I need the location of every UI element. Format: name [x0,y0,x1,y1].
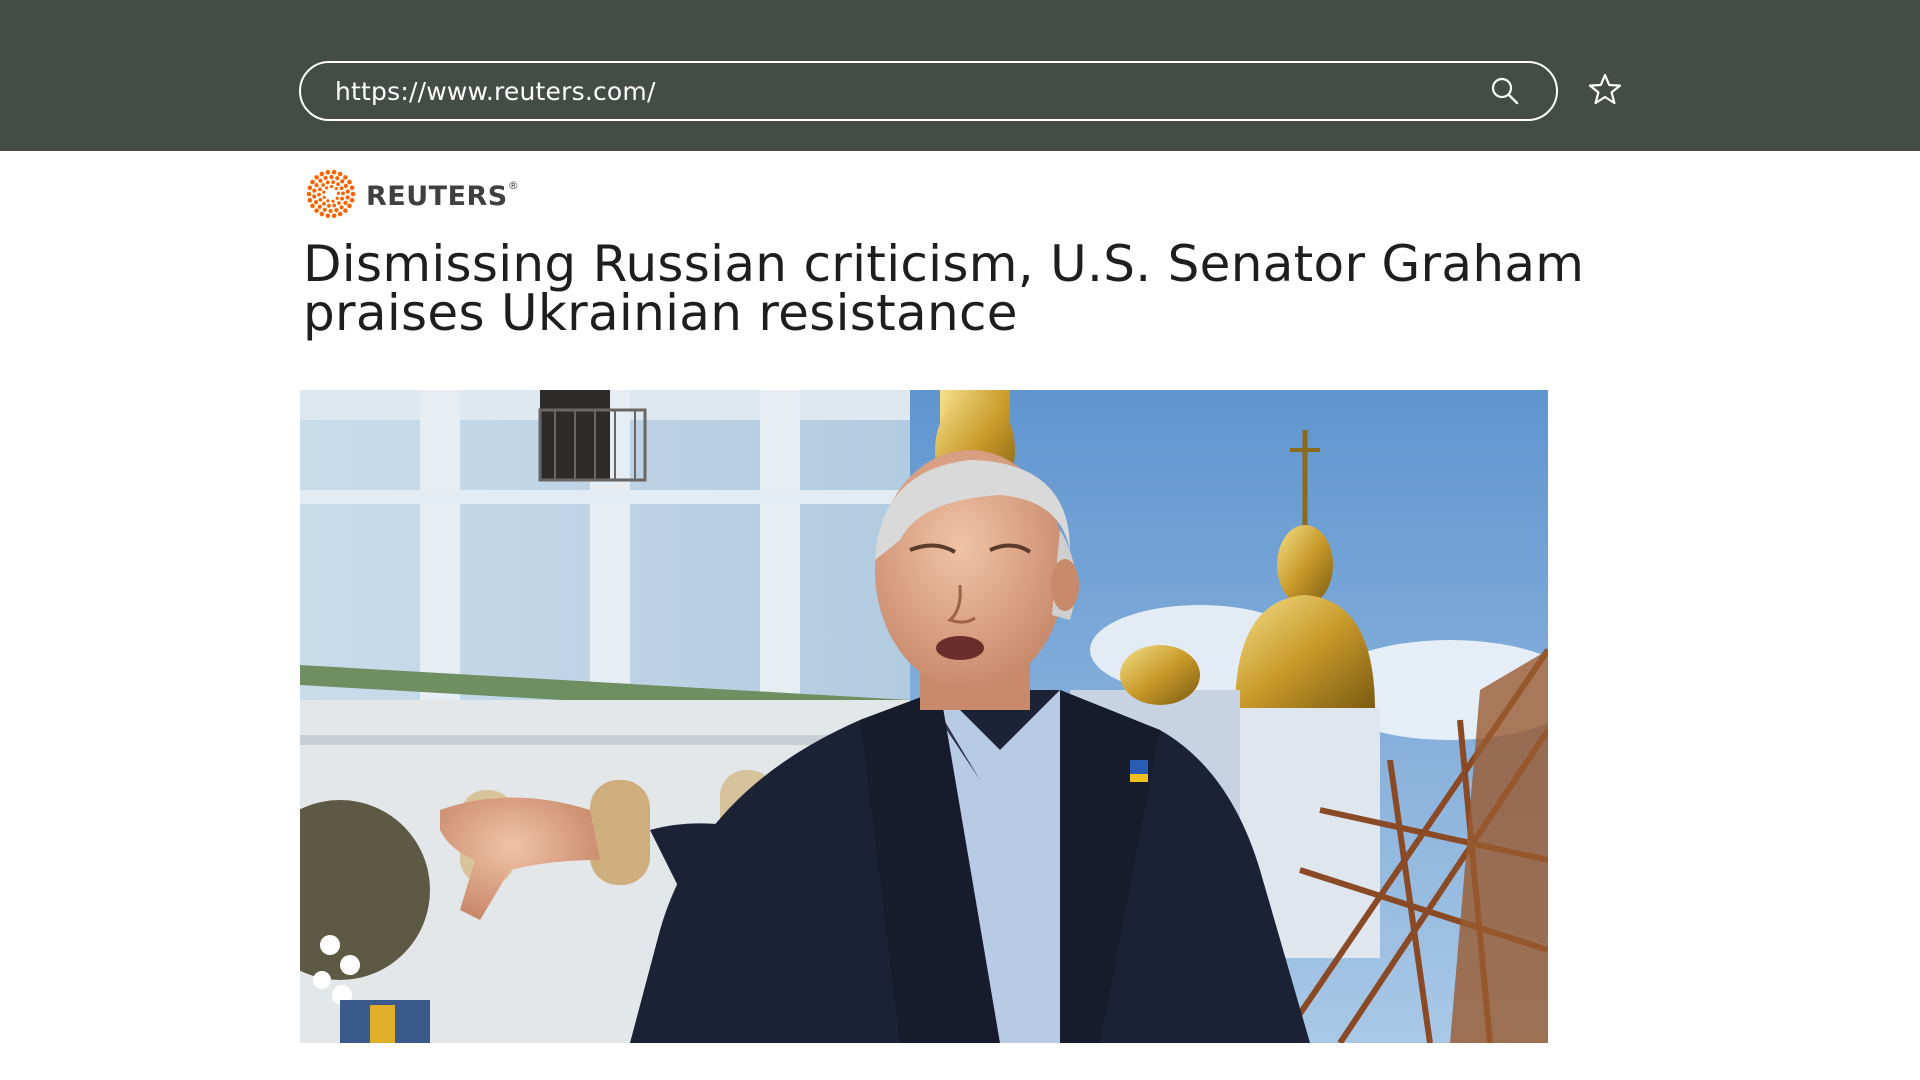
url-text[interactable]: https://www.reuters.com/ [335,77,1488,106]
address-bar[interactable]: https://www.reuters.com/ [299,61,1558,121]
article-hero-image[interactable] [300,390,1548,1043]
reuters-logo-icon [304,168,358,225]
article-headline: Dismissing Russian criticism, U.S. Senat… [303,235,1585,342]
logo-text: REUTERS® [366,178,520,212]
star-icon[interactable] [1586,71,1624,109]
browser-toolbar: https://www.reuters.com/ [0,0,1920,151]
site-logo[interactable]: REUTERS® [304,168,520,225]
search-icon[interactable] [1488,74,1522,108]
